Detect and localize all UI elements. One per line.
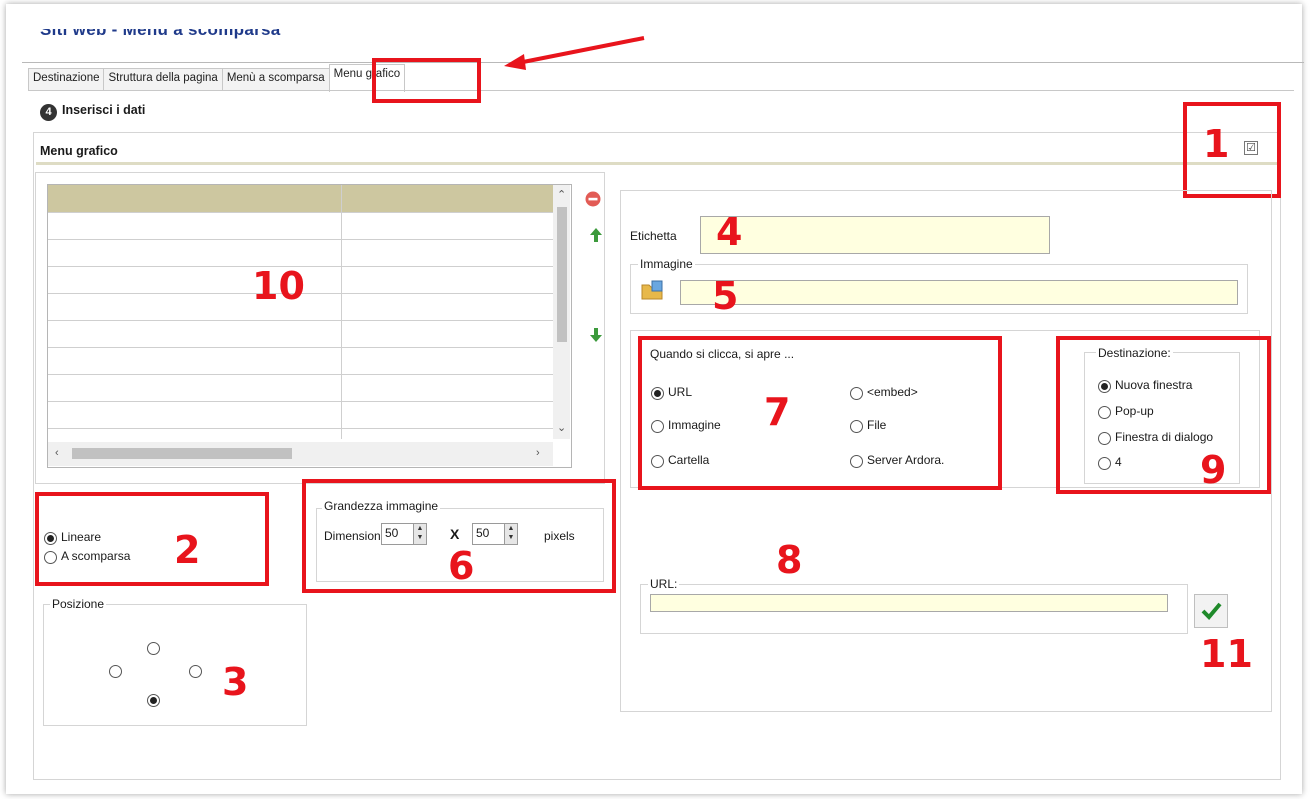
annotation-4: 4 xyxy=(716,210,743,254)
annotation-8: 8 xyxy=(776,538,803,582)
position-left-radio[interactable] xyxy=(109,665,122,678)
title-divider xyxy=(22,62,1304,63)
step-label: Inserisci i dati xyxy=(62,103,146,117)
grid-column-divider xyxy=(341,185,342,439)
remove-icon[interactable] xyxy=(584,190,602,208)
table-row[interactable] xyxy=(48,374,553,402)
move-down-icon[interactable] xyxy=(587,326,605,344)
annotation-11: 11 xyxy=(1200,632,1253,676)
position-group xyxy=(43,604,307,726)
immagine-input[interactable] xyxy=(680,280,1238,305)
confirm-button[interactable] xyxy=(1194,594,1228,628)
annotation-3: 3 xyxy=(222,660,249,704)
horizontal-scroll-thumb[interactable] xyxy=(72,448,292,459)
annotation-2: 2 xyxy=(174,528,201,572)
tab-destinazione[interactable]: Destinazione xyxy=(28,68,105,91)
step-number-icon: 4 xyxy=(40,104,57,121)
annotation-box-7 xyxy=(638,336,1002,490)
annotation-6: 6 xyxy=(448,544,475,588)
tab-struttura[interactable]: Struttura della pagina xyxy=(103,68,223,91)
annotation-1: 1 xyxy=(1203,122,1230,166)
arrow-annotation xyxy=(504,36,645,70)
folder-image-icon[interactable] xyxy=(641,279,665,301)
section-underline xyxy=(36,162,1278,165)
menu-items-grid[interactable]: ⌃ ⌄ ‹ › xyxy=(47,184,572,468)
scroll-right-icon[interactable]: › xyxy=(536,447,540,459)
tab-menu-scomparsa[interactable]: Menù a scomparsa xyxy=(221,68,330,91)
table-row[interactable] xyxy=(48,401,553,429)
vertical-scroll-thumb[interactable] xyxy=(557,207,567,342)
position-top-radio[interactable] xyxy=(147,642,160,655)
annotation-10: 10 xyxy=(252,264,305,308)
annotation-7: 7 xyxy=(764,390,791,434)
move-up-icon[interactable] xyxy=(587,226,605,244)
table-row[interactable] xyxy=(48,347,553,375)
position-right-radio[interactable] xyxy=(189,665,202,678)
immagine-legend: Immagine xyxy=(638,257,695,271)
checkmark-icon xyxy=(1201,602,1222,620)
url-legend: URL: xyxy=(648,577,680,591)
table-row[interactable] xyxy=(48,185,553,213)
vertical-scrollbar[interactable]: ⌃ ⌄ xyxy=(553,185,570,439)
horizontal-scrollbar[interactable]: ‹ › xyxy=(48,442,553,466)
section-title: Menu grafico xyxy=(40,144,118,158)
scroll-left-icon[interactable]: ‹ xyxy=(55,447,59,459)
position-bottom-radio[interactable] xyxy=(147,694,160,707)
etichetta-input[interactable] xyxy=(700,216,1050,254)
scroll-down-icon[interactable]: ⌄ xyxy=(557,421,566,434)
annotation-9: 9 xyxy=(1200,448,1227,492)
table-row[interactable] xyxy=(48,320,553,348)
tab-strip: Destinazione Struttura della pagina Menù… xyxy=(28,64,406,92)
annotation-5: 5 xyxy=(712,274,739,318)
table-row[interactable] xyxy=(48,212,553,240)
etichetta-label: Etichetta xyxy=(630,229,677,243)
url-input[interactable] xyxy=(650,594,1168,612)
tab-strip-baseline xyxy=(28,90,1294,91)
annotation-box-9 xyxy=(1056,336,1271,494)
tab-highlight-box xyxy=(372,58,481,103)
scroll-up-icon[interactable]: ⌃ xyxy=(557,188,566,201)
table-row[interactable] xyxy=(48,239,553,267)
annotation-box-2 xyxy=(35,492,269,586)
position-legend: Posizione xyxy=(50,597,107,611)
annotation-box-1 xyxy=(1183,102,1281,198)
